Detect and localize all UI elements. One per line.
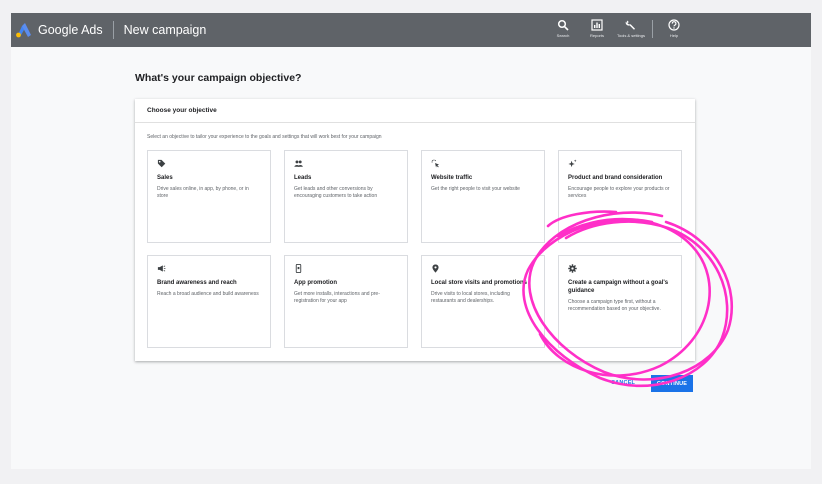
objective-title: Website traffic: [431, 175, 473, 181]
objective-title: Product and brand consideration: [568, 175, 663, 181]
reports-button[interactable]: Reports: [580, 16, 614, 39]
search-icon: [557, 19, 569, 31]
app-window: Google Ads New campaign Search Reports T…: [11, 13, 811, 469]
objective-description: Reach a broad audience and build awarene…: [157, 291, 259, 297]
objective-title: Brand awareness and reach: [157, 280, 237, 286]
megaphone-icon: [157, 265, 166, 272]
tag-icon: [157, 159, 166, 168]
objective-description: Encourage people to explore your product…: [568, 186, 670, 199]
sparkle-icon: [568, 159, 577, 168]
objective-title: App promotion: [294, 280, 337, 286]
objective-grid: Sales Drive sales online, in app, by pho…: [147, 150, 684, 348]
google-ads-logo-icon: [16, 23, 31, 38]
objective-title: Leads: [294, 175, 312, 181]
objective-title: Sales: [157, 175, 173, 181]
tools-divider: [652, 20, 653, 38]
objective-title: Local store visits and promotions: [431, 280, 528, 286]
search-label: Search: [556, 33, 570, 38]
objective-card-website-traffic[interactable]: Website traffic Get the right people to …: [421, 150, 545, 243]
objective-description: Get the right people to visit your websi…: [431, 186, 520, 192]
search-button[interactable]: Search: [546, 16, 580, 39]
objective-description: Drive sales online, in app, by phone, or…: [157, 186, 249, 199]
tools-settings-button[interactable]: Tools & settings: [614, 16, 648, 39]
cancel-button[interactable]: CANCEL: [611, 380, 635, 386]
google-ads-logo[interactable]: Google Ads: [15, 22, 103, 38]
header-divider: [112, 21, 114, 39]
objective-card-leads[interactable]: Leads Get leads and other conversions by…: [284, 150, 408, 243]
reports-label: Reports: [589, 33, 604, 38]
objective-description: Choose a campaign type first, without a …: [568, 299, 661, 312]
wrench-icon: [625, 20, 635, 30]
continue-button[interactable]: CONTINUE: [651, 375, 693, 392]
objective-title: Create a campaign without a goal's guida…: [568, 280, 669, 294]
page-title: What's your campaign objective?: [135, 72, 302, 84]
objective-card-product-brand-consideration[interactable]: Product and brand consideration Encourag…: [558, 150, 682, 243]
objective-card-no-goal-guidance[interactable]: Create a campaign without a goal's guida…: [558, 255, 682, 348]
objective-card-sales[interactable]: Sales Drive sales online, in app, by pho…: [147, 150, 271, 243]
help-button[interactable]: Help: [657, 16, 691, 39]
tools-settings-label: Tools & settings: [616, 33, 645, 38]
brand-name: Google Ads: [38, 23, 103, 37]
cursor-click-icon: [431, 159, 440, 168]
objective-description: Get leads and other conversions by encou…: [294, 186, 378, 199]
objective-card-app-promotion[interactable]: App promotion Get more installs, interac…: [284, 255, 408, 348]
header-tools: Search Reports Tools & settings Help: [546, 16, 691, 39]
objective-card-local-store-visits[interactable]: Local store visits and promotions Drive …: [421, 255, 545, 348]
phone-icon: [295, 264, 302, 273]
help-icon: [668, 19, 680, 31]
gear-icon: [568, 264, 577, 273]
help-label: Help: [669, 33, 679, 38]
panel-title: Choose your objective: [135, 99, 695, 123]
panel-description: Select an objective to tailor your exper…: [147, 134, 382, 140]
objective-description: Get more installs, interactions and pre-…: [294, 291, 380, 304]
reports-icon: [591, 19, 603, 31]
location-pin-icon: [432, 264, 439, 273]
people-icon: [294, 160, 303, 167]
top-app-bar: Google Ads New campaign Search Reports T…: [11, 13, 811, 47]
objective-card-brand-awareness[interactable]: Brand awareness and reach Reach a broad …: [147, 255, 271, 348]
page-context-title: New campaign: [123, 23, 207, 37]
objective-panel: Choose your objective Select an objectiv…: [135, 99, 695, 361]
objective-description: Drive visits to local stores, including …: [431, 291, 510, 304]
